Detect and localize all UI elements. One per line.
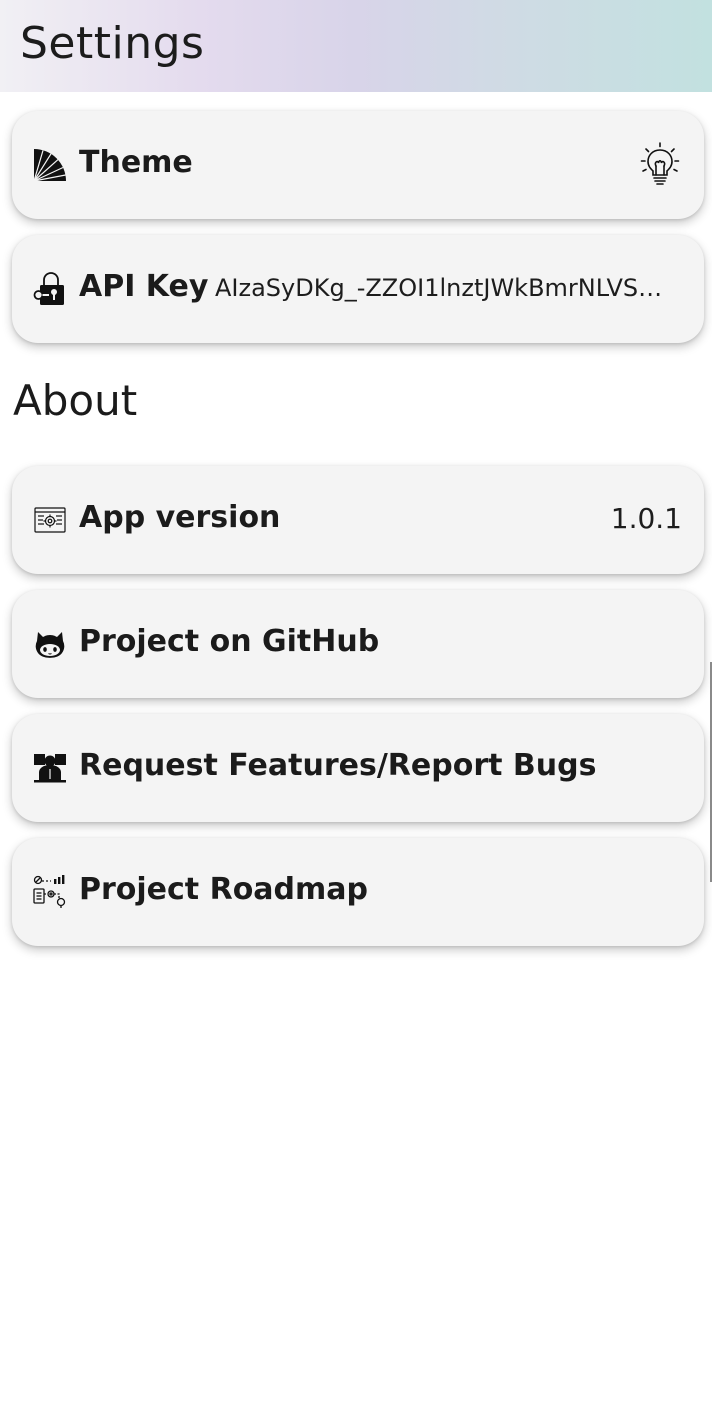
palette-fan-icon bbox=[32, 147, 68, 183]
theme-setting-card[interactable]: Theme bbox=[12, 111, 704, 219]
roadmap-icon bbox=[32, 874, 68, 910]
request-features-card[interactable]: Request Features/Report Bugs bbox=[12, 714, 704, 822]
api-key-value: AIzaSyDKg_-ZZOI1lnztJWkBmrNLVSuXqQYhMEqo bbox=[215, 274, 675, 302]
lock-key-icon bbox=[32, 271, 68, 307]
app-version-value: 1.0.1 bbox=[610, 502, 682, 535]
app-version-label: App version bbox=[79, 500, 281, 535]
support-person-icon bbox=[32, 750, 68, 786]
github-octocat-icon bbox=[32, 626, 68, 662]
lightbulb-icon[interactable] bbox=[640, 141, 680, 189]
about-section-title: About bbox=[13, 376, 138, 425]
request-features-label: Request Features/Report Bugs bbox=[79, 748, 597, 783]
theme-label: Theme bbox=[79, 145, 193, 180]
github-project-card[interactable]: Project on GitHub bbox=[12, 590, 704, 698]
project-roadmap-label: Project Roadmap bbox=[79, 872, 368, 907]
api-key-setting-card[interactable]: API Key AIzaSyDKg_-ZZOI1lnztJWkBmrNLVSuX… bbox=[12, 235, 704, 343]
api-key-label: API Key bbox=[79, 269, 209, 304]
page-title: Settings bbox=[20, 18, 205, 69]
app-bar: Settings bbox=[0, 0, 712, 92]
project-roadmap-card[interactable]: Project Roadmap bbox=[12, 838, 704, 946]
app-version-gear-icon bbox=[32, 502, 68, 538]
app-version-card[interactable]: App version 1.0.1 bbox=[12, 466, 704, 574]
github-project-label: Project on GitHub bbox=[79, 624, 380, 659]
